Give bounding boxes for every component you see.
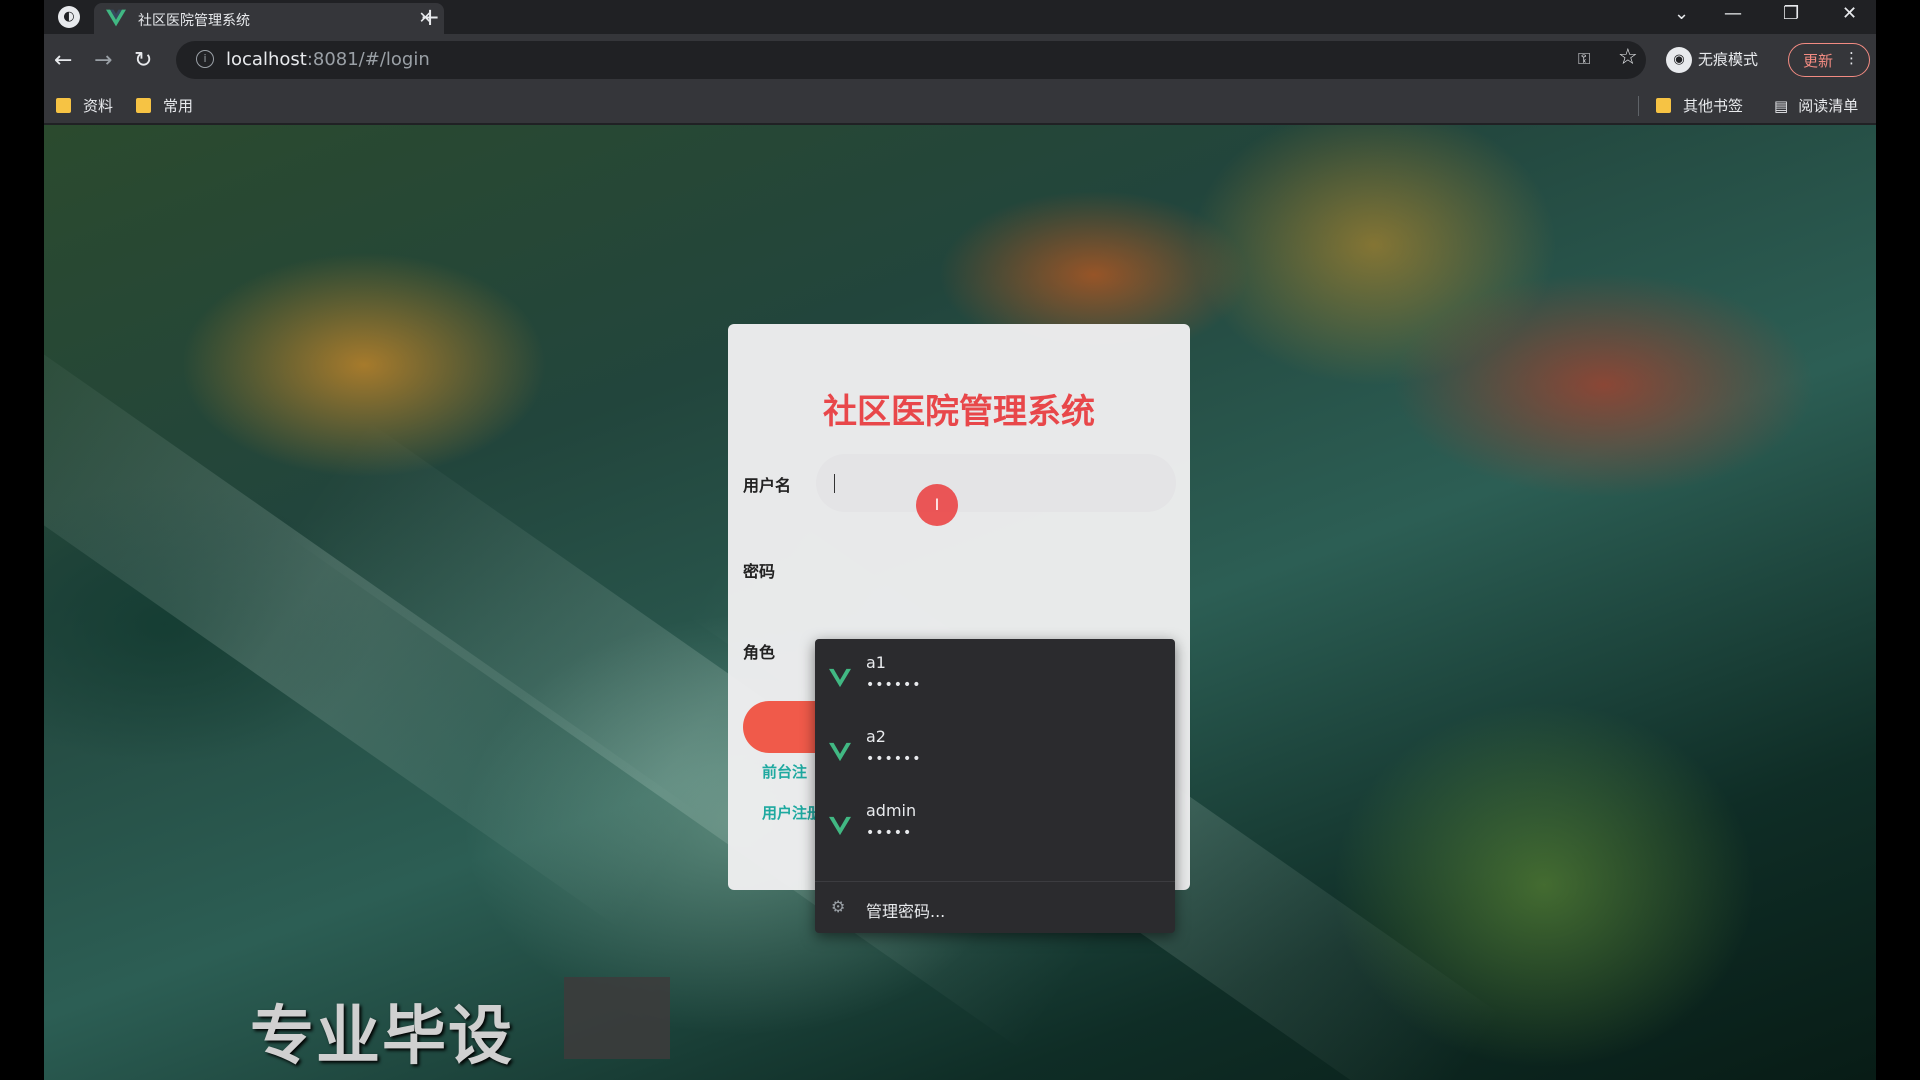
tab-bar: ◐ 社区医院管理系统 ✕ + ⌄ — ❐ ✕ bbox=[44, 0, 1876, 34]
close-window-icon[interactable]: ✕ bbox=[1842, 3, 1857, 24]
incognito-icon: ◉ bbox=[1666, 47, 1692, 73]
incognito-indicator[interactable]: ◉ 无痕模式 bbox=[1666, 47, 1758, 73]
autofill-divider bbox=[815, 881, 1175, 882]
bookmark-folder[interactable]: 常用 bbox=[136, 95, 193, 116]
address-bar[interactable]: i localhost:8081/#/login bbox=[176, 41, 1646, 79]
site-info-icon[interactable]: i bbox=[196, 50, 214, 68]
reading-list-label: 阅读清单 bbox=[1798, 97, 1859, 115]
star-icon[interactable]: ☆ bbox=[1618, 45, 1638, 70]
reload-icon[interactable]: ↻ bbox=[134, 48, 152, 73]
bookmark-divider bbox=[1638, 96, 1639, 116]
vue-logo-icon bbox=[829, 668, 851, 688]
username-input[interactable]: I bbox=[816, 454, 1176, 526]
autofill-password: •••••• bbox=[866, 751, 922, 767]
password-label: 密码 bbox=[743, 562, 776, 581]
update-button[interactable]: 更新 ⋮ bbox=[1788, 43, 1870, 77]
watermark-mask bbox=[564, 977, 670, 1059]
autofill-password: •••••• bbox=[866, 677, 922, 693]
other-bookmarks[interactable]: 其他书签 bbox=[1656, 95, 1743, 116]
watermark-text: 专业毕设 bbox=[250, 1000, 514, 1074]
vue-logo-icon bbox=[829, 816, 851, 836]
reading-list[interactable]: ▤ 阅读清单 bbox=[1774, 95, 1858, 116]
autofill-username: a1 bbox=[866, 653, 886, 672]
folder-icon bbox=[56, 98, 71, 113]
reading-list-icon: ▤ bbox=[1774, 97, 1789, 115]
autofill-username: a2 bbox=[866, 727, 886, 746]
autofill-item[interactable]: a1 •••••• bbox=[815, 645, 1175, 715]
autofill-password: ••••• bbox=[866, 825, 913, 841]
tab-active[interactable]: 社区医院管理系统 ✕ bbox=[94, 3, 444, 34]
login-title: 社区医院管理系统 bbox=[823, 392, 1095, 432]
new-tab-button[interactable]: + bbox=[420, 3, 440, 31]
tab-search-icon[interactable]: ⌄ bbox=[1674, 3, 1689, 24]
key-icon[interactable]: ⚿ bbox=[1578, 49, 1590, 69]
autofill-item[interactable]: admin ••••• bbox=[815, 793, 1175, 863]
folder-icon bbox=[136, 98, 151, 113]
url-text: localhost:8081/#/login bbox=[226, 49, 430, 70]
manage-passwords-label: 管理密码... bbox=[866, 902, 946, 921]
bookmark-folder[interactable]: 资料 bbox=[56, 95, 113, 116]
text-caret bbox=[834, 474, 835, 493]
bookmark-label: 资料 bbox=[83, 97, 114, 115]
browser-window: ◐ 社区医院管理系统 ✕ + ⌄ — ❐ ✕ ← → ↻ i localhost… bbox=[44, 0, 1876, 1080]
user-register-link[interactable]: 用户注册 bbox=[762, 802, 822, 823]
more-icon[interactable]: ⋮ bbox=[1844, 49, 1859, 67]
minimize-icon[interactable]: — bbox=[1724, 3, 1742, 24]
username-label: 用户名 bbox=[743, 476, 792, 495]
manage-passwords-item[interactable]: ⚙ 管理密码... bbox=[815, 889, 1175, 929]
bookmarks-bar: 资料 常用 其他书签 ▤ 阅读清单 bbox=[44, 88, 1876, 124]
tab-title: 社区医院管理系统 bbox=[138, 13, 250, 29]
front-register-link[interactable]: 前台注 bbox=[762, 761, 807, 782]
autofill-username: admin bbox=[866, 801, 917, 820]
update-label: 更新 bbox=[1803, 52, 1834, 70]
browser-toolbar: ← → ↻ i localhost:8081/#/login ⚿ ☆ ◉ 无痕模式… bbox=[44, 34, 1876, 88]
other-bookmarks-label: 其他书签 bbox=[1683, 97, 1744, 115]
url-host: localhost bbox=[226, 49, 307, 70]
back-icon[interactable]: ← bbox=[54, 48, 72, 73]
vue-logo-icon bbox=[106, 9, 126, 27]
restore-icon[interactable]: ❐ bbox=[1783, 3, 1799, 24]
vue-logo-icon bbox=[829, 742, 851, 762]
forward-icon[interactable]: → bbox=[94, 48, 112, 73]
page-viewport: 社区医院管理系统 用户名 I 密码 角色 前台注 用户注册 a1 •••••• … bbox=[44, 125, 1876, 1080]
cursor-icon: I bbox=[916, 484, 958, 526]
autofill-item[interactable]: a2 •••••• bbox=[815, 719, 1175, 789]
app-menu-icon[interactable]: ◐ bbox=[58, 6, 80, 28]
bookmark-label: 常用 bbox=[163, 97, 194, 115]
role-label: 角色 bbox=[743, 643, 776, 662]
folder-icon bbox=[1656, 98, 1671, 113]
incognito-label: 无痕模式 bbox=[1698, 50, 1759, 69]
gear-icon: ⚙ bbox=[831, 897, 846, 916]
url-path: :8081/#/login bbox=[306, 49, 430, 70]
autofill-dropdown: a1 •••••• a2 •••••• admin ••••• ⚙ 管理密码..… bbox=[815, 639, 1175, 933]
